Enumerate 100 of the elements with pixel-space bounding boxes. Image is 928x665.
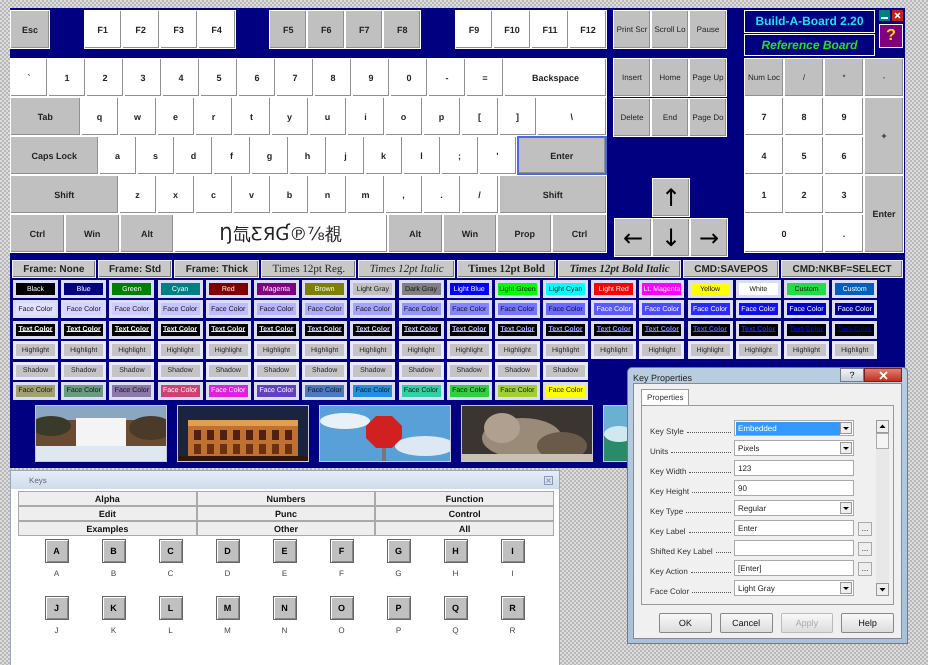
keyboard-key[interactable]: h (288, 136, 326, 175)
keyboard-key[interactable]: Alt (120, 214, 174, 253)
keyboard-key[interactable]: F3 (160, 10, 198, 49)
input-field[interactable]: [Enter] (734, 560, 854, 576)
key-button[interactable]: J (44, 596, 68, 620)
style-button[interactable]: CMD:SAVEPOS (682, 260, 780, 278)
keyboard-key[interactable]: o (384, 97, 422, 136)
category-button[interactable]: Control (375, 506, 554, 521)
keyboard-key[interactable]: ← (614, 218, 652, 257)
keyboard-key[interactable]: / (460, 175, 498, 214)
style-button[interactable]: Times 12pt Italic (358, 260, 455, 278)
keyboard-key[interactable]: 7 (276, 58, 314, 97)
keyboard-key[interactable]: m (346, 175, 384, 214)
keyboard-key[interactable]: 0 (390, 58, 428, 97)
category-button[interactable]: Numbers (196, 491, 376, 506)
key-button[interactable]: B (102, 539, 126, 563)
key-button[interactable]: K (102, 596, 126, 620)
keyboard-key[interactable]: ] (498, 97, 536, 136)
keyboard-key[interactable]: 2 (86, 58, 124, 97)
keyboard-key[interactable]: q (80, 97, 118, 136)
keyboard-key[interactable]: t (232, 97, 270, 136)
keyboard-key[interactable]: End (651, 98, 689, 137)
style-button[interactable]: CMD:NKBF=SELECT (781, 260, 903, 278)
keyboard-key[interactable]: F5 (269, 10, 308, 49)
keyboard-key[interactable]: d (174, 136, 212, 175)
keyboard-key[interactable]: Home (651, 58, 689, 97)
key-button[interactable]: F (330, 539, 354, 563)
keyboard-key[interactable]: s (136, 136, 174, 175)
keyboard-key[interactable]: Enter (864, 175, 904, 253)
keyboard-key[interactable]: Scroll Lo (651, 10, 689, 49)
keyboard-key[interactable]: 6 (824, 136, 864, 175)
category-button[interactable]: Punc (196, 506, 376, 521)
keyboard-key[interactable]: 3 (824, 175, 864, 214)
category-button[interactable]: Function (375, 491, 554, 506)
key-button[interactable]: E (272, 539, 296, 563)
category-button[interactable]: Edit (18, 506, 197, 521)
keyboard-key[interactable]: F2 (122, 10, 160, 49)
keyboard-key[interactable]: z (118, 175, 156, 214)
keyboard-key[interactable]: 8 (314, 58, 352, 97)
keyboard-key[interactable]: ` (10, 58, 48, 97)
keyboard-key[interactable]: 1 (48, 58, 86, 97)
dialog-button[interactable]: Help (841, 613, 894, 633)
keyboard-key[interactable]: k (364, 136, 402, 175)
keyboard-key[interactable]: Enter (516, 136, 607, 175)
keyboard-key[interactable]: Shift (10, 175, 118, 214)
category-button[interactable]: Other (196, 521, 376, 536)
keyboard-key[interactable]: Win (64, 214, 120, 253)
keyboard-key[interactable]: Delete (613, 98, 651, 137)
dropdown[interactable]: Light Gray (734, 580, 854, 596)
keyboard-key[interactable]: Num Loc (744, 58, 784, 97)
keyboard-key[interactable]: 5 (784, 136, 824, 175)
keyboard-key[interactable]: j (326, 136, 364, 175)
input-field[interactable] (734, 540, 854, 556)
dropdown[interactable]: Pixels (734, 440, 854, 456)
keyboard-key[interactable]: 3 (124, 58, 162, 97)
keyboard-key[interactable]: , (384, 175, 422, 214)
help-button[interactable]: ? (879, 24, 903, 48)
keyboard-key[interactable]: Ctrl (10, 214, 65, 253)
key-button[interactable]: C (158, 539, 182, 563)
scroll-thumb[interactable] (876, 433, 889, 449)
keyboard-key[interactable]: Caps Lock (10, 136, 98, 175)
keyboard-key[interactable]: F8 (383, 10, 422, 49)
keyboard-key[interactable]: Insert (613, 58, 651, 97)
scroll-up-icon[interactable] (876, 420, 889, 433)
keyboard-key[interactable]: Prop (497, 214, 552, 253)
keyboard-key[interactable]: 8 (784, 97, 824, 136)
input-field[interactable]: Enter (734, 520, 854, 536)
keyboard-key[interactable]: F7 (345, 10, 384, 49)
keyboard-key[interactable]: + (864, 97, 904, 175)
keyboard-key[interactable]: x (156, 175, 194, 214)
keyboard-key[interactable]: / (784, 58, 824, 97)
scroll-down-icon[interactable] (876, 583, 889, 596)
style-button[interactable]: Times 12pt Bold Italic (558, 260, 681, 278)
keyboard-key[interactable]: F12 (568, 10, 607, 49)
keyboard-key[interactable]: b (270, 175, 308, 214)
key-button[interactable]: A (44, 539, 68, 563)
keyboard-key[interactable]: 2 (784, 175, 824, 214)
keyboard-key[interactable]: u (308, 97, 346, 136)
keyboard-key[interactable]: a (98, 136, 136, 175)
keyboard-key[interactable]: Ŋ氙ƸЯƓ℗⅞覩 (174, 214, 388, 253)
keyboard-key[interactable]: ' (478, 136, 516, 175)
key-button[interactable]: G (386, 539, 410, 563)
key-button[interactable]: R (500, 596, 524, 620)
key-button[interactable]: H (444, 539, 468, 563)
style-button[interactable]: Times 12pt Bold (456, 260, 556, 278)
keyboard-key[interactable]: F4 (198, 10, 236, 49)
key-button[interactable]: I (500, 539, 524, 563)
keyboard-key[interactable]: l (402, 136, 440, 175)
keyboard-key[interactable]: F6 (307, 10, 346, 49)
keyboard-key[interactable]: p (422, 97, 460, 136)
browse-button[interactable]: ... (858, 562, 872, 576)
dialog-button[interactable]: OK (659, 613, 712, 633)
key-button[interactable]: Q (444, 596, 468, 620)
keyboard-key[interactable]: Page Do (689, 98, 727, 137)
keyboard-key[interactable]: f (212, 136, 250, 175)
key-button[interactable]: L (158, 596, 182, 620)
category-button[interactable]: Alpha (18, 491, 197, 506)
keyboard-key[interactable]: ; (440, 136, 478, 175)
key-button[interactable]: D (216, 539, 240, 563)
browse-button[interactable]: ... (858, 542, 872, 556)
